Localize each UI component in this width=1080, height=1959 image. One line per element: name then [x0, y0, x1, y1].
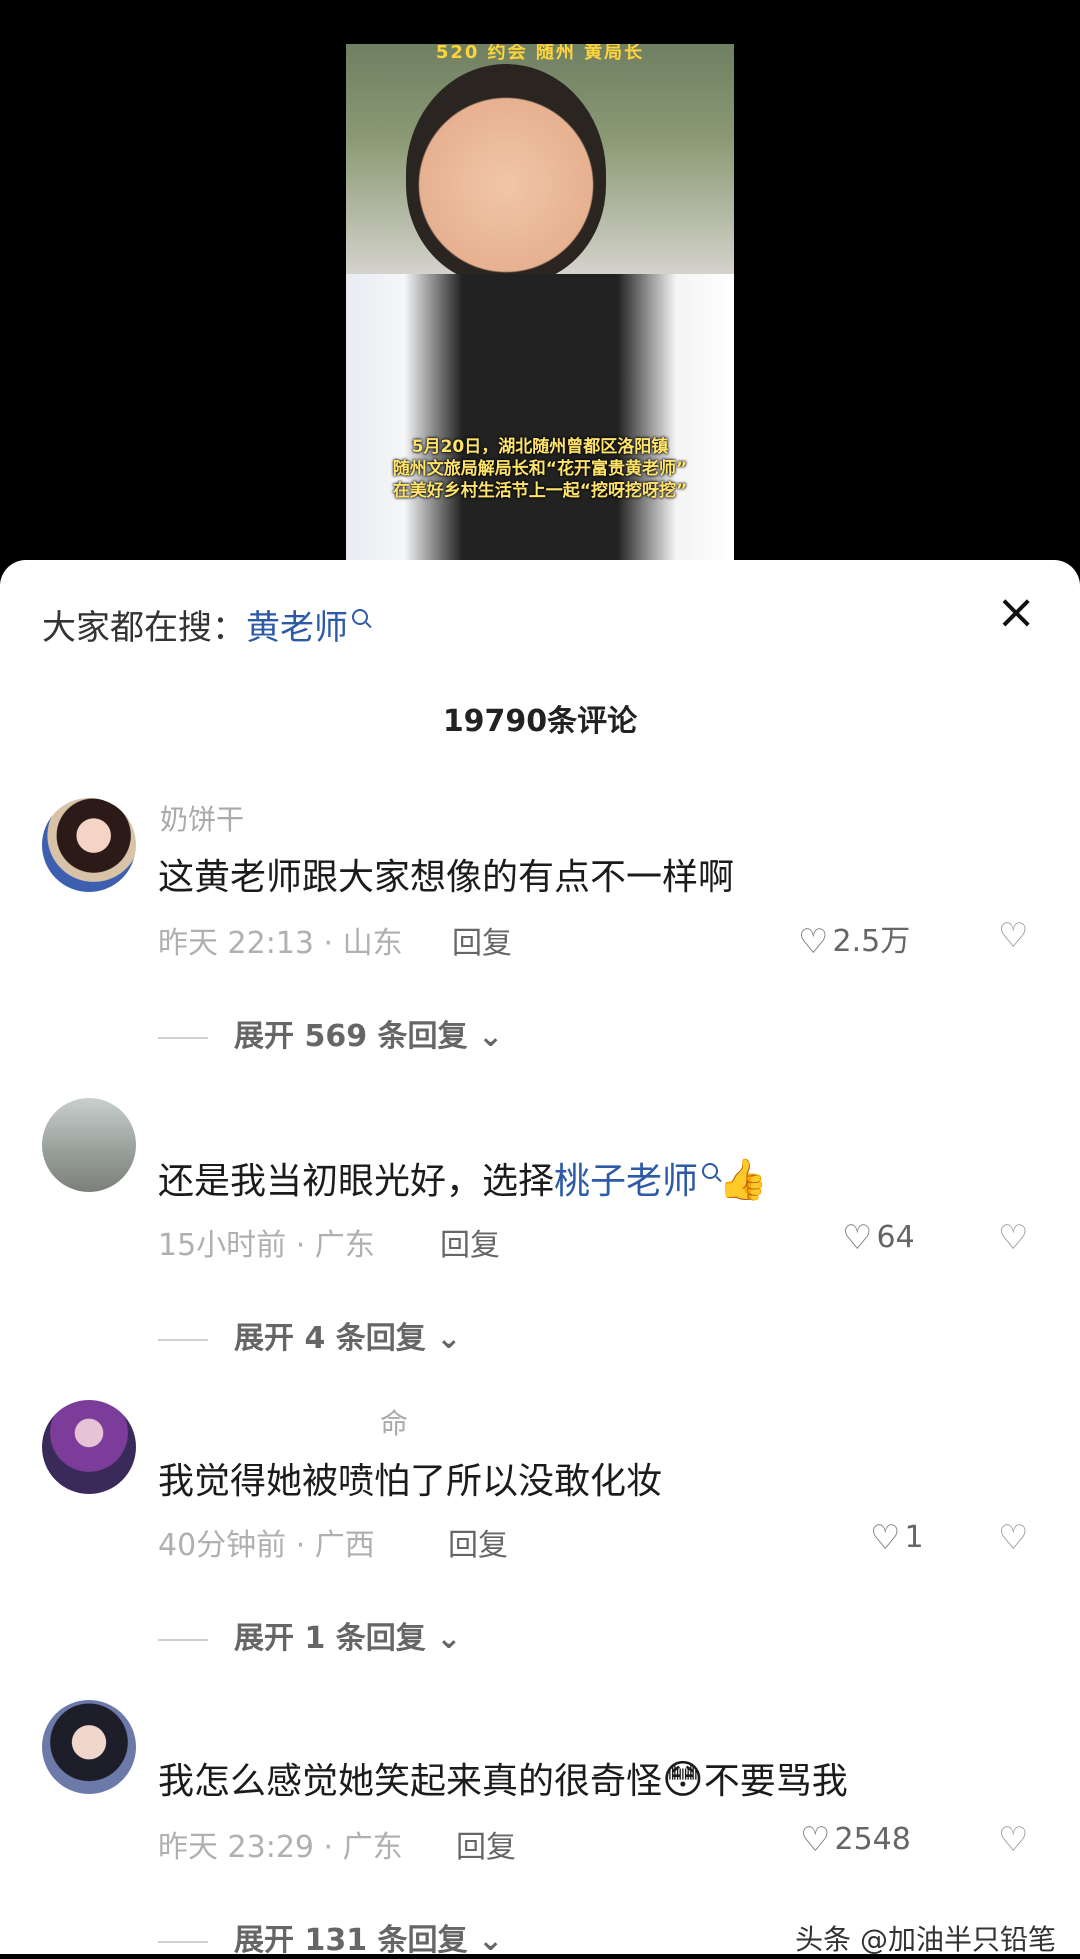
- expand-replies-button[interactable]: 展开 569 条回复 ⌄: [158, 1011, 503, 1055]
- chevron-down-icon: ⌄: [436, 1621, 462, 1656]
- close-icon[interactable]: ×: [996, 588, 1036, 636]
- reply-button[interactable]: 回复: [452, 918, 512, 962]
- comment-text: 我觉得她被喷怕了所以没敢化妆: [158, 1461, 663, 1502]
- flushed-face-icon: 😳: [662, 1757, 704, 1803]
- video-area[interactable]: 520 约会 随州 黄局长 5月20日，湖北随州曾都区洛阳镇 随州文旅局解局长和…: [0, 0, 1080, 575]
- expand-replies-button[interactable]: 展开 131 条回复 ⌄: [158, 1915, 503, 1959]
- chevron-down-icon: ⌄: [436, 1321, 462, 1356]
- dislike-icon[interactable]: ♡: [998, 916, 1028, 956]
- comment-text: 这黄老师跟大家想像的有点不一样啊: [158, 857, 735, 898]
- person-body-image: [346, 274, 734, 575]
- reply-button[interactable]: 回复: [448, 1520, 508, 1564]
- video-caption-line: 在美好乡村生活节上一起“挖呀挖呀挖”: [392, 481, 688, 501]
- comment-text-part: 我怎么感觉她笑起来真的很奇怪: [158, 1761, 663, 1802]
- comments-count: 19790条评论: [442, 704, 638, 739]
- search-icon: [702, 1163, 719, 1179]
- like-button[interactable]: ♡ 2.5万: [798, 916, 910, 962]
- comment-text: 还是我当初眼光好，选择桃子老师 👍: [158, 1152, 768, 1204]
- heart-icon: ♡: [870, 1518, 901, 1558]
- dislike-icon[interactable]: ♡: [998, 1820, 1028, 1860]
- comment-text-part: 还是我当初眼光好，选择: [158, 1161, 555, 1202]
- reply-button[interactable]: 回复: [440, 1220, 500, 1264]
- divider: [158, 1036, 208, 1039]
- expand-replies-label: 展开 4 条回复: [234, 1321, 426, 1356]
- like-button[interactable]: ♡ 2548: [800, 1820, 911, 1860]
- dislike-icon[interactable]: ♡: [998, 1518, 1028, 1558]
- heart-icon: ♡: [798, 922, 829, 962]
- like-button[interactable]: ♡ 64: [842, 1218, 915, 1258]
- thumbs-up-icon: 👍: [718, 1157, 768, 1203]
- trending-search[interactable]: 大家都在搜：黄老师: [42, 600, 368, 649]
- comment-text-part: 不要骂我: [703, 1761, 848, 1802]
- trending-search-keyword[interactable]: 黄老师: [246, 608, 348, 648]
- watermark: 头条 @加油半只铅笔: [795, 1923, 1056, 1956]
- avatar[interactable]: [42, 1400, 136, 1494]
- comment-meta: 昨天 22:13 · 山东: [158, 926, 403, 961]
- avatar[interactable]: [42, 798, 136, 892]
- like-count: 64: [876, 1220, 915, 1255]
- divider: [158, 1338, 208, 1341]
- expand-replies-label: 展开 131 条回复: [234, 1923, 468, 1958]
- comment-meta: 昨天 23:29 · 广东: [158, 1830, 403, 1865]
- avatar[interactable]: [42, 1700, 136, 1794]
- divider: [158, 1940, 208, 1943]
- like-count: 2.5万: [832, 924, 911, 959]
- person-image: [406, 64, 606, 284]
- expand-replies-label: 展开 1 条回复: [234, 1621, 426, 1656]
- like-count: 1: [904, 1520, 924, 1555]
- expand-replies-button[interactable]: 展开 1 条回复 ⌄: [158, 1613, 461, 1657]
- chevron-down-icon: ⌄: [477, 1923, 504, 1958]
- comment-username[interactable]: 命: [380, 1402, 408, 1442]
- reply-button[interactable]: 回复: [456, 1822, 516, 1866]
- expand-replies-button[interactable]: 展开 4 条回复 ⌄: [158, 1313, 461, 1357]
- video-thumbnail[interactable]: 520 约会 随州 黄局长 5月20日，湖北随州曾都区洛阳镇 随州文旅局解局长和…: [346, 44, 734, 575]
- search-icon: [352, 609, 368, 625]
- chevron-down-icon: ⌄: [477, 1019, 504, 1054]
- comment-username[interactable]: 奶饼干: [160, 798, 244, 838]
- video-caption-line: 随州文旅局解局长和“花开富贵黄老师”: [392, 459, 688, 479]
- comment-text: 我怎么感觉她笑起来真的很奇怪😳不要骂我: [158, 1752, 848, 1804]
- comment-link[interactable]: 桃子老师: [554, 1161, 698, 1202]
- dislike-icon[interactable]: ♡: [998, 1218, 1028, 1258]
- comment-meta: 15小时前 · 广东: [158, 1228, 375, 1263]
- avatar[interactable]: [42, 1098, 136, 1192]
- divider: [158, 1638, 208, 1641]
- heart-icon: ♡: [842, 1218, 873, 1258]
- heart-icon: ♡: [800, 1820, 831, 1860]
- video-caption-line: 5月20日，湖北随州曾都区洛阳镇: [411, 437, 669, 457]
- like-count: 2548: [834, 1822, 911, 1857]
- trending-search-label: 大家都在搜：: [42, 608, 246, 648]
- video-banner: 520 约会 随州 黄局长: [435, 44, 645, 63]
- expand-replies-label: 展开 569 条回复: [234, 1019, 468, 1054]
- like-button[interactable]: ♡ 1: [870, 1518, 924, 1558]
- comment-meta: 40分钟前 · 广西: [158, 1528, 375, 1563]
